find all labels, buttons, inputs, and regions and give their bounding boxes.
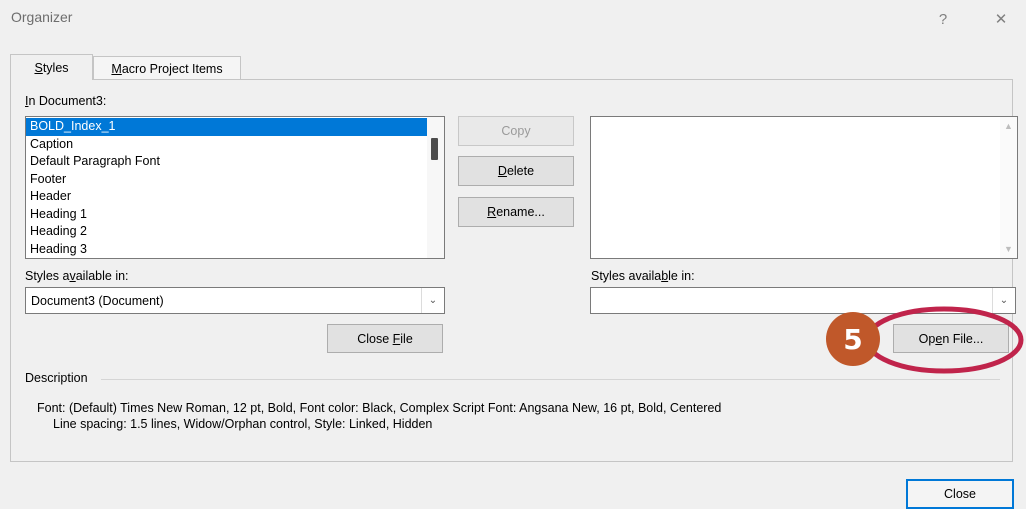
list-item[interactable]: Footer bbox=[26, 171, 427, 189]
left-list-scrollbar[interactable] bbox=[427, 117, 444, 258]
scroll-up-icon[interactable]: ▲ bbox=[1004, 121, 1013, 131]
left-available-label: Styles available in: bbox=[25, 269, 129, 283]
close-file-button[interactable]: Close File bbox=[327, 324, 443, 353]
delete-button[interactable]: Delete bbox=[458, 156, 574, 186]
description-line-1: Font: (Default) Times New Roman, 12 pt, … bbox=[37, 401, 722, 415]
list-item[interactable]: Heading 2 bbox=[26, 223, 427, 241]
list-item[interactable]: Heading 3 bbox=[26, 241, 427, 259]
chevron-down-icon[interactable]: ⌄ bbox=[421, 288, 444, 313]
step-annotation: 5 bbox=[826, 306, 1024, 374]
tab-styles-label: Styles bbox=[34, 60, 69, 75]
step-number: 5 bbox=[843, 323, 862, 356]
description-label: Description bbox=[25, 371, 88, 385]
right-available-label: Styles available in: bbox=[591, 269, 695, 283]
list-item[interactable]: Caption bbox=[26, 136, 427, 154]
copy-button-label: Copy bbox=[501, 124, 531, 138]
right-list-scrollbar[interactable]: ▲ ▼ bbox=[1000, 117, 1017, 258]
window-close-button[interactable]: ✕ bbox=[981, 4, 1021, 34]
left-styles-list[interactable]: BOLD_Index_1 Caption Default Paragraph F… bbox=[25, 116, 445, 259]
tab-strip: Styles Macro Project Items bbox=[10, 54, 1014, 80]
rename-button[interactable]: Rename... bbox=[458, 197, 574, 227]
list-item[interactable]: BOLD_Index_1 bbox=[26, 118, 427, 136]
rename-button-label: Rename... bbox=[487, 205, 545, 219]
copy-button[interactable]: Copy bbox=[458, 116, 574, 146]
tab-styles[interactable]: Styles bbox=[10, 54, 93, 80]
left-list-label: In Document3: bbox=[25, 94, 107, 108]
close-file-label: Close File bbox=[357, 331, 413, 346]
scroll-down-icon[interactable]: ▼ bbox=[1004, 244, 1013, 254]
description-separator bbox=[101, 379, 1000, 380]
list-item[interactable]: Header bbox=[26, 188, 427, 206]
tab-macro-project-items[interactable]: Macro Project Items bbox=[93, 56, 241, 80]
list-item[interactable]: Heading 1 bbox=[26, 206, 427, 224]
highlight-ring bbox=[864, 306, 1024, 374]
close-icon: ✕ bbox=[994, 11, 1008, 28]
window-title: Organizer bbox=[11, 9, 73, 25]
scrollbar-thumb[interactable] bbox=[431, 138, 438, 160]
description-line-2: Line spacing: 1.5 lines, Widow/Orphan co… bbox=[53, 417, 433, 431]
close-button-label: Close bbox=[944, 487, 976, 501]
left-list-items: BOLD_Index_1 Caption Default Paragraph F… bbox=[26, 118, 427, 258]
delete-button-label: Delete bbox=[497, 164, 535, 178]
right-styles-list[interactable]: ▲ ▼ bbox=[590, 116, 1018, 259]
list-item[interactable]: Default Paragraph Font bbox=[26, 153, 427, 171]
left-styles-available-select[interactable]: Document3 (Document) ⌄ bbox=[25, 287, 445, 314]
help-button[interactable]: ? bbox=[923, 4, 963, 34]
left-combo-value: Document3 (Document) bbox=[31, 293, 164, 308]
help-icon: ? bbox=[938, 10, 948, 28]
close-button[interactable]: Close bbox=[906, 479, 1014, 509]
tab-macro-label: Macro Project Items bbox=[111, 61, 223, 76]
